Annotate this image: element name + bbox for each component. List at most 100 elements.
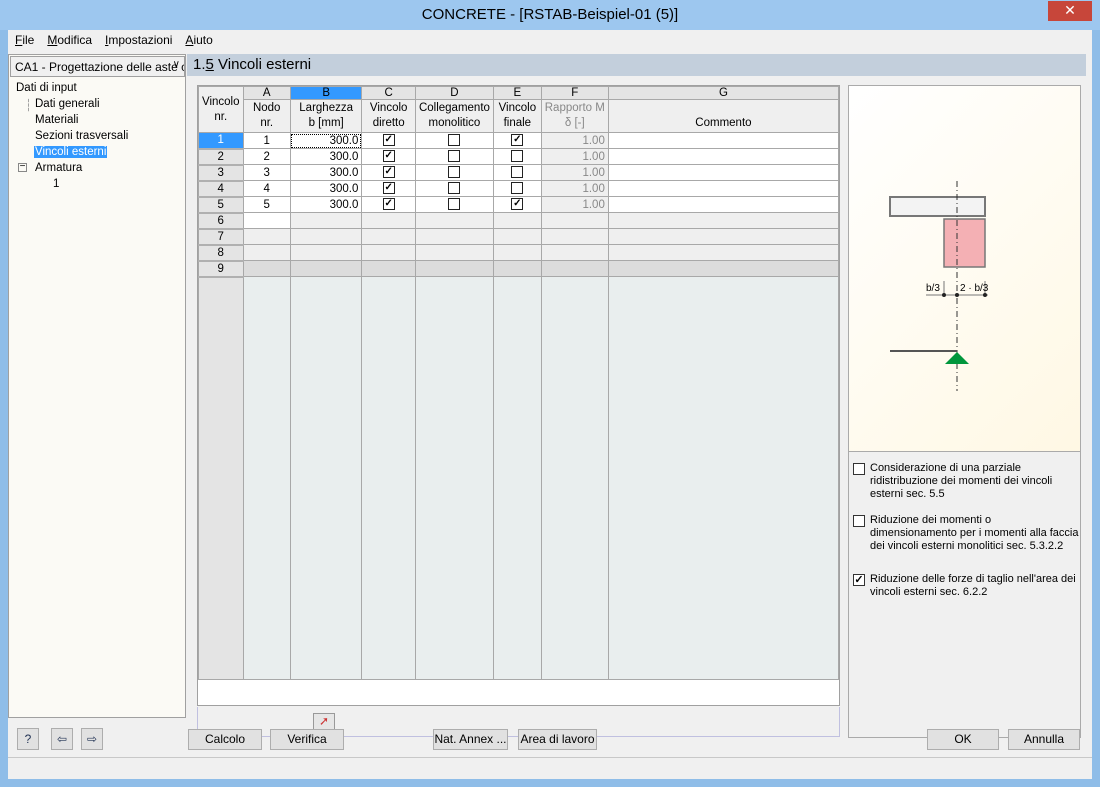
empty-cell[interactable] [361, 244, 416, 261]
empty-cell[interactable] [492, 228, 542, 245]
tree-item-sezioni[interactable]: Sezioni trasversali [35, 130, 128, 142]
col-letter-a[interactable]: A [242, 86, 291, 100]
collapse-icon[interactable]: − [18, 162, 27, 172]
cell-width[interactable]: 300.0 [289, 196, 363, 213]
cell-diretto[interactable]: ✓ [361, 196, 416, 213]
col-letter-g[interactable]: G [607, 86, 840, 100]
checkbox-checked[interactable]: ✓ [382, 198, 395, 211]
option-riduzione-momenti[interactable]: Riduzione dei momenti o dimensionamento … [853, 514, 1080, 553]
cell-finale[interactable] [492, 180, 542, 197]
empty-cell[interactable] [492, 244, 542, 261]
tree-item-armatura-1[interactable]: 1 [53, 178, 59, 190]
row-number[interactable]: 4 [198, 180, 244, 198]
row-number[interactable]: 6 [198, 212, 244, 230]
checkbox-checked[interactable]: ✓ [382, 166, 395, 179]
empty-cell[interactable] [242, 228, 291, 245]
empty-cell[interactable] [361, 212, 416, 229]
empty-cell[interactable] [289, 260, 363, 277]
checkbox-checked[interactable]: ✓ [382, 150, 395, 163]
cell-width[interactable]: 300.0 [289, 180, 363, 197]
empty-cell[interactable] [242, 260, 291, 277]
empty-cell[interactable] [242, 212, 291, 229]
empty-cell[interactable] [361, 228, 416, 245]
checkbox-checked[interactable]: ✓ [511, 134, 524, 147]
empty-cell[interactable] [607, 244, 840, 261]
cell-diretto[interactable]: ✓ [361, 132, 416, 149]
cell-node[interactable]: 3 [242, 164, 291, 181]
checkbox-unchecked[interactable] [448, 166, 461, 179]
empty-cell[interactable] [414, 244, 494, 261]
row-number[interactable]: 8 [198, 244, 244, 262]
cell-monolitico[interactable] [414, 196, 494, 213]
row-number[interactable]: 9 [198, 260, 244, 278]
col-letter-d[interactable]: D [414, 86, 494, 100]
tree-item-armatura[interactable]: Armatura [35, 162, 82, 174]
menu-file[interactable]: File [8, 30, 40, 50]
checkbox-unchecked[interactable] [448, 182, 461, 195]
empty-cell[interactable] [289, 228, 363, 245]
option-ridistribuzione[interactable]: Considerazione di una parziale ridistrib… [853, 462, 1080, 501]
next-button[interactable]: ⇨ [81, 728, 103, 750]
empty-cell[interactable] [414, 228, 494, 245]
empty-cell[interactable] [607, 260, 840, 277]
tree-item-vincoli-esterni[interactable]: Vincoli esterni [34, 146, 108, 158]
verifica-button[interactable]: Verifica [270, 729, 344, 750]
tree-item-dati-generali[interactable]: Dati generali [35, 98, 100, 110]
tree-item-dati-di-input[interactable]: Dati di input [16, 82, 77, 94]
close-button[interactable]: ✕ [1048, 1, 1092, 21]
cell-width[interactable]: 300.0 [289, 148, 363, 165]
cell-monolitico[interactable] [414, 148, 494, 165]
checkbox-unchecked[interactable] [448, 198, 461, 211]
empty-cell[interactable] [492, 212, 542, 229]
cell-finale[interactable]: ✓ [492, 132, 542, 149]
checkbox-unchecked[interactable] [511, 166, 524, 179]
empty-cell[interactable] [540, 228, 609, 245]
cell-finale[interactable] [492, 148, 542, 165]
help-button[interactable]: ? [17, 728, 39, 750]
row-number[interactable]: 5 [198, 196, 244, 214]
cell-diretto[interactable]: ✓ [361, 148, 416, 165]
cell-width[interactable]: 300.0 [289, 132, 363, 149]
cell-diretto[interactable]: ✓ [361, 180, 416, 197]
checkbox-checked[interactable]: ✓ [511, 198, 524, 211]
col-letter-e[interactable]: E [492, 86, 542, 100]
row-number[interactable]: 2 [198, 148, 244, 166]
cell-finale[interactable] [492, 164, 542, 181]
row-number[interactable]: 7 [198, 228, 244, 246]
cell-comment[interactable] [607, 164, 840, 181]
cell-monolitico[interactable] [414, 132, 494, 149]
cell-node[interactable]: 2 [242, 148, 291, 165]
option-riduzione-taglio[interactable]: ✓ Riduzione delle forze di taglio nell'ar… [853, 573, 1080, 599]
case-select[interactable]: CA1 - Progettazione delle aste c ∨ [10, 56, 185, 77]
cell-comment[interactable] [607, 132, 840, 149]
cell-comment[interactable] [607, 180, 840, 197]
area-di-lavoro-button[interactable]: Area di lavoro [518, 729, 597, 750]
empty-cell[interactable] [361, 260, 416, 277]
cell-monolitico[interactable] [414, 180, 494, 197]
checkbox-checked[interactable]: ✓ [382, 182, 395, 195]
checkbox[interactable] [853, 463, 865, 475]
checkbox-unchecked[interactable] [511, 150, 524, 163]
col-letter-c[interactable]: C [361, 86, 416, 100]
menu-aiuto[interactable]: Aiuto [178, 30, 218, 50]
cell-monolitico[interactable] [414, 164, 494, 181]
empty-cell[interactable] [289, 244, 363, 261]
menu-impostazioni[interactable]: Impostazioni [98, 30, 178, 50]
checkbox-checked[interactable]: ✓ [853, 574, 865, 586]
checkbox-unchecked[interactable] [448, 134, 461, 147]
annulla-button[interactable]: Annulla [1008, 729, 1080, 750]
empty-cell[interactable] [414, 212, 494, 229]
cell-width[interactable]: 300.0 [289, 164, 363, 181]
checkbox-unchecked[interactable] [448, 150, 461, 163]
empty-cell[interactable] [540, 244, 609, 261]
row-number[interactable]: 3 [198, 164, 244, 182]
cell-finale[interactable]: ✓ [492, 196, 542, 213]
col-letter-b[interactable]: B [289, 86, 363, 100]
empty-cell[interactable] [540, 212, 609, 229]
cell-comment[interactable] [607, 148, 840, 165]
menu-modifica[interactable]: Modifica [40, 30, 98, 50]
cell-node[interactable]: 4 [242, 180, 291, 197]
nat-annex-button[interactable]: Nat. Annex ... [433, 729, 508, 750]
cell-node[interactable]: 1 [242, 132, 291, 149]
empty-cell[interactable] [607, 228, 840, 245]
